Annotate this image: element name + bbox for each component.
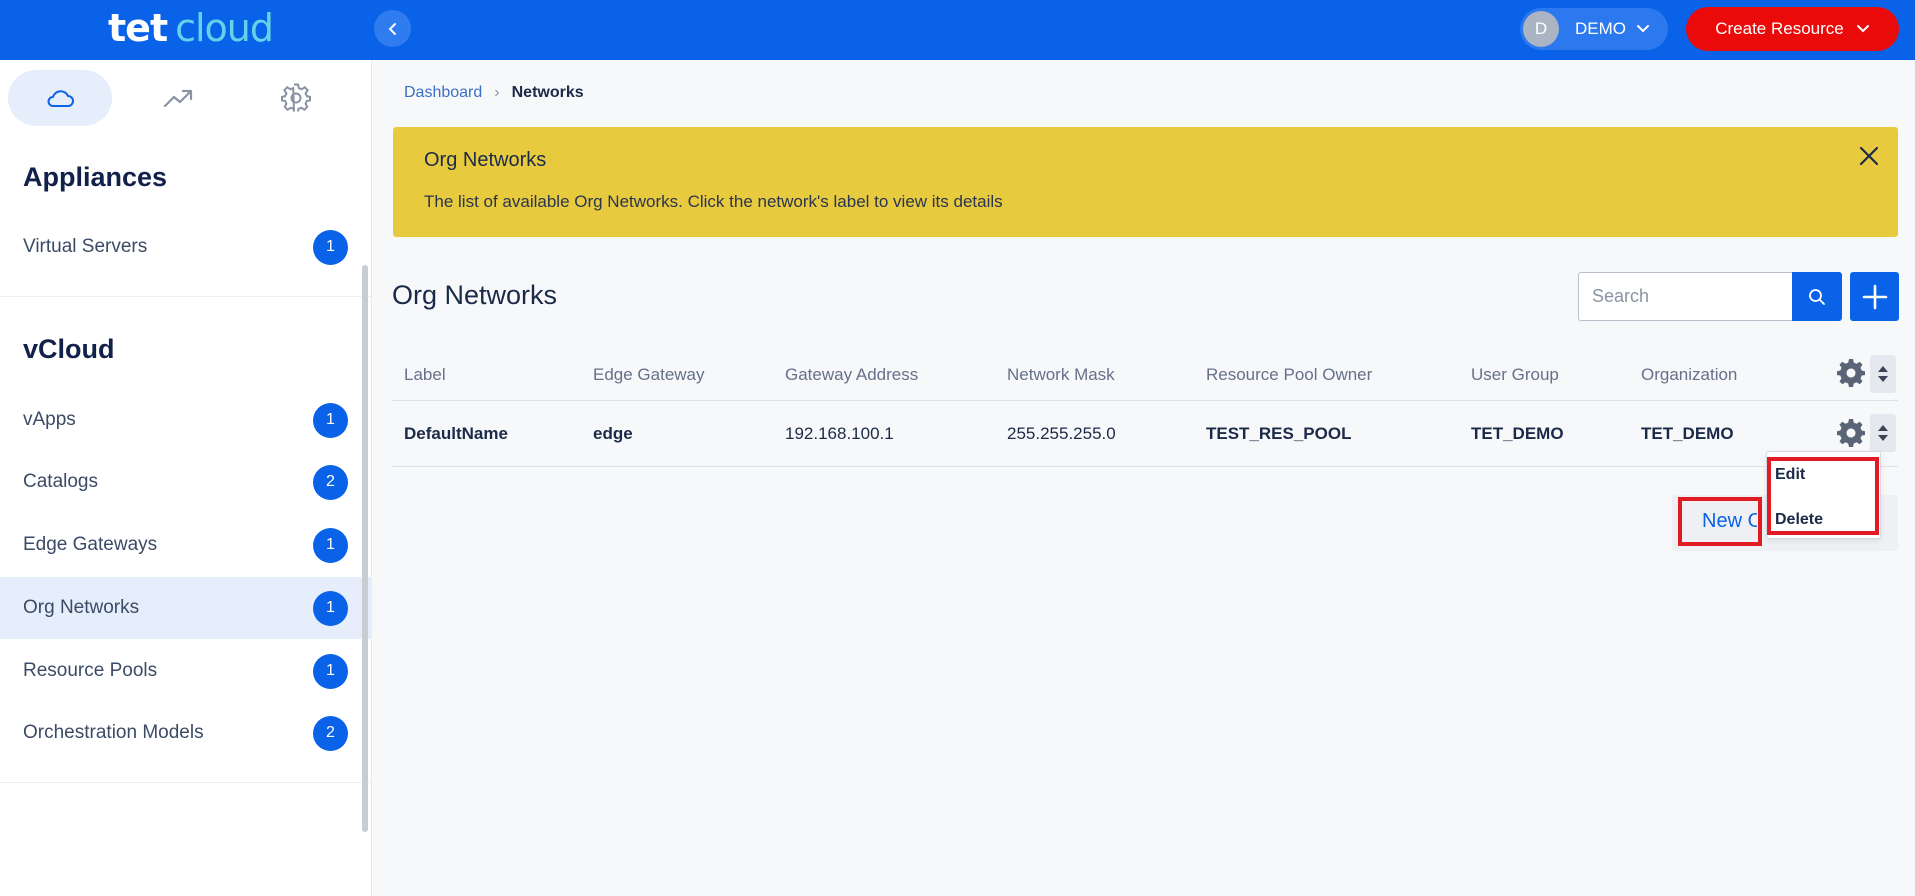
chevron-down-icon [1636,24,1650,34]
sidebar-item-label: Orchestration Models [23,722,204,743]
banner-close-button[interactable] [1854,141,1884,171]
count-badge: 1 [313,653,348,689]
sidebar-item-label: Catalogs [23,471,98,492]
column-header[interactable]: Edge Gateway [593,365,705,385]
breadcrumb-separator: › [494,84,500,101]
count-badge: 1 [313,527,348,563]
column-header[interactable]: Label [404,365,446,385]
banner-title: Org Networks [424,149,547,171]
sidebar-tabs [8,70,358,126]
trend-icon [163,89,193,108]
column-header[interactable]: Resource Pool Owner [1206,365,1372,385]
sidebar-item-label: vApps [23,409,76,430]
tab-settings[interactable] [244,70,348,126]
gear-icon [1837,359,1865,387]
search-button[interactable] [1792,272,1842,321]
table-cell: TET_DEMO [1471,424,1564,443]
count-badge: 1 [313,402,348,438]
highlight-box [1678,497,1762,546]
chevron-left-icon [388,22,396,35]
column-header[interactable]: Network Mask [1007,365,1115,385]
search-field [1578,272,1792,321]
gear-icon [1837,419,1865,447]
table-cell: 255.255.255.0 [1007,424,1116,443]
table-cell: edge [593,424,633,443]
count-badge: 1 [313,229,348,265]
sidebar: Appliances Virtual Servers 1 vCloud vApp… [0,60,372,896]
breadcrumb-current: Networks [511,84,584,101]
search-icon [1809,288,1825,305]
divider [0,296,372,297]
cloud-icon [47,90,74,107]
sidebar-item-resource-pools[interactable]: Resource Pools 1 [0,640,372,702]
table-row: DefaultName edge 192.168.100.1 255.255.2… [392,401,1898,467]
tab-analytics[interactable] [126,70,230,126]
chevron-down-icon [1856,25,1869,33]
count-badge: 2 [313,464,348,500]
collapse-sidebar-button[interactable] [374,10,411,47]
page-title: Org Networks [392,280,558,310]
column-header[interactable]: User Group [1471,365,1559,385]
table-cell: 192.168.100.1 [785,424,894,443]
top-bar: tet cloud D DEMO Create Resource [0,0,1915,60]
table-cell: TEST_RES_POOL [1206,424,1352,443]
gear-icon [281,83,311,112]
column-settings-button[interactable] [1836,358,1866,388]
banner-text: The list of available Org Networks. Clic… [424,192,1003,211]
sidebar-item-virtual-servers[interactable]: Virtual Servers 1 [0,216,372,278]
sidebar-item-vapps[interactable]: vApps 1 [0,389,372,451]
info-banner: Org Networks The list of available Org N… [393,127,1898,237]
sidebar-item-label: Virtual Servers [23,236,148,257]
row-actions-button[interactable] [1836,418,1866,448]
breadcrumb-dashboard-link[interactable]: Dashboard [404,84,482,102]
plus-icon [1862,284,1887,309]
create-resource-label: Create Resource [1715,19,1844,38]
sort-icon [1878,425,1888,441]
user-menu[interactable]: D DEMO [1520,8,1668,50]
sidebar-item-orchestration-models[interactable]: Orchestration Models 2 [0,702,372,764]
breadcrumb: Dashboard › Networks [404,84,584,102]
section-title-appliances: Appliances [23,162,168,192]
user-name: DEMO [1575,19,1626,38]
create-resource-button[interactable]: Create Resource [1686,7,1899,51]
sort-icon [1878,366,1888,382]
count-badge: 1 [313,590,348,626]
network-label-link[interactable]: DefaultName [404,424,508,444]
sidebar-item-label: Edge Gateways [23,534,158,555]
sidebar-scrollbar[interactable] [362,265,368,832]
sort-toggle[interactable] [1870,355,1896,393]
add-network-button[interactable] [1850,272,1899,321]
row-actions-toggle[interactable] [1870,414,1896,452]
count-badge: 2 [313,715,348,751]
sidebar-item-catalogs[interactable]: Catalogs 2 [0,451,372,513]
app-logo[interactable]: tet cloud [108,8,274,48]
highlight-box [1767,457,1879,535]
sidebar-item-label: Org Networks [23,597,140,618]
sidebar-item-label: Resource Pools [23,660,158,681]
divider [0,782,372,783]
close-icon [1859,146,1879,166]
search-input[interactable] [1579,273,1792,320]
sidebar-item-org-networks[interactable]: Org Networks 1 [0,577,372,639]
column-header[interactable]: Gateway Address [785,365,918,385]
column-header[interactable]: Organization [1641,365,1737,385]
sidebar-item-edge-gateways[interactable]: Edge Gateways 1 [0,514,372,576]
table-cell: TET_DEMO [1641,424,1734,443]
tab-cloud[interactable] [8,70,112,126]
section-title-vcloud: vCloud [23,334,115,364]
table-header: Label Edge Gateway Gateway Address Netwo… [392,350,1898,401]
avatar: D [1523,11,1559,47]
